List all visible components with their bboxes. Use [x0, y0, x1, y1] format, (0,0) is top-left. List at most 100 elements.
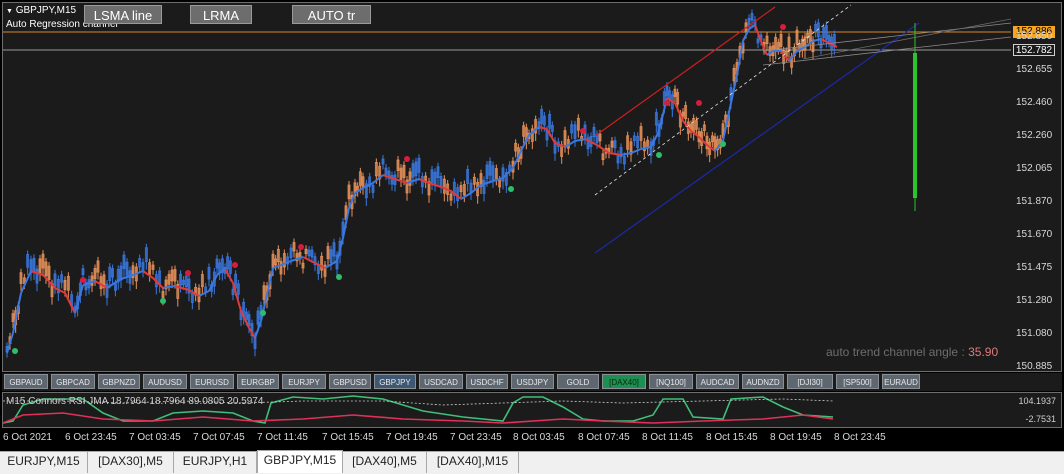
signal-dot-red [185, 270, 191, 276]
time-axis-label: 6 Oct 2021 [3, 432, 52, 443]
chart-tab[interactable]: [DAX40],M5 [343, 452, 427, 473]
signal-dot-red [780, 24, 786, 30]
moving-average-segment [362, 182, 374, 189]
price-level-label: 152.065 [1016, 163, 1053, 174]
moving-average-segment [608, 152, 622, 156]
time-axis-label: 7 Oct 11:45 [257, 432, 308, 443]
symbol-button-audcad[interactable]: AUDCAD [696, 374, 739, 389]
signal-dot-red [580, 128, 586, 134]
chart-tab[interactable]: EURJPY,H1 [174, 452, 257, 473]
symbol-button-nq100[interactable]: [NQ100] [649, 374, 693, 389]
moving-average-segment [492, 177, 504, 182]
time-axis-label: 8 Oct 11:45 [642, 432, 693, 443]
signal-dot-red [232, 262, 238, 268]
signal-dot-red [696, 100, 702, 106]
moving-average-segment [450, 190, 462, 200]
signal-dot-red [80, 277, 86, 283]
lrma-button[interactable]: LRMA [190, 5, 252, 24]
signal-dot-red [404, 156, 410, 162]
price-level-label: 150.885 [1016, 361, 1053, 372]
indicator-title: M15 Connors RSI JMA 18.7964 18.7964 89.0… [6, 396, 264, 407]
indicator-value-bottom: -2.7531 [1025, 414, 1056, 424]
symbol-button-gbpnzd[interactable]: GBPNZD [98, 374, 140, 389]
symbol-button-gold[interactable]: GOLD [557, 374, 599, 389]
signal-dot-green [656, 152, 662, 158]
symbol-button-sp500[interactable]: [SP500] [836, 374, 879, 389]
chart-symbol-title[interactable]: ▼ GBPJPY,M15 [6, 5, 76, 16]
main-chart[interactable] [2, 2, 1062, 372]
angle-value: 35.90 [968, 345, 999, 359]
angle-label: auto trend channel angle : [826, 345, 965, 359]
signal-dot-red [298, 244, 304, 250]
moving-average-segment [142, 270, 154, 279]
lsma-line-button[interactable]: LSMA line [84, 5, 162, 24]
auto-trend-button[interactable]: AUTO tr [292, 5, 371, 24]
time-axis-label: 8 Oct 03:45 [513, 432, 565, 443]
moving-average-segment [132, 270, 144, 276]
moving-average-segment [64, 292, 76, 314]
price-level-label: 152.260 [1016, 130, 1053, 141]
symbol-button-gbpcad[interactable]: GBPCAD [51, 374, 95, 389]
moving-average-segment [620, 152, 632, 156]
indicator-value-top: 104.1937 [1018, 396, 1056, 406]
moving-average-segment [418, 178, 430, 184]
time-axis-label: 8 Oct 23:45 [834, 432, 886, 443]
signal-dot-green [160, 298, 166, 304]
symbol-button-usdcad[interactable]: USDCAD [419, 374, 463, 389]
moving-average-segment [314, 262, 326, 269]
symbol-button-gbpjpy[interactable]: GBPJPY [374, 374, 416, 389]
moving-average-segment [722, 102, 732, 142]
symbol-button-audusd[interactable]: AUDUSD [143, 374, 187, 389]
chart-menu-arrow-icon[interactable]: ▼ [6, 8, 13, 15]
time-axis-label: 7 Oct 07:45 [193, 432, 245, 443]
symbol-button-euraud[interactable]: EURAUD [882, 374, 920, 389]
channel-lower-line [594, 22, 920, 254]
moving-average-segment [280, 260, 292, 266]
moving-average-segment [54, 287, 66, 294]
price-level-label: 152.460 [1016, 97, 1053, 108]
trend-line-1 [762, 22, 1012, 52]
moving-average-segment [152, 277, 164, 289]
price-level-label: 151.670 [1016, 229, 1053, 240]
time-axis-label: 8 Oct 15:45 [706, 432, 758, 443]
symbol-button-gbpaud[interactable]: GBPAUD [4, 374, 48, 389]
moving-average-segment [460, 192, 472, 200]
price-level-label: 151.475 [1016, 262, 1053, 273]
symbol-button-gbpusd[interactable]: GBPUSD [329, 374, 371, 389]
chart-tab[interactable]: GBPJPY,M15 [257, 450, 343, 473]
symbol-button-eurgbp[interactable]: EURGBP [237, 374, 279, 389]
price-level-label: 152.850 [1016, 31, 1053, 42]
price-level-label: 151.080 [1016, 328, 1053, 339]
chart-tab[interactable]: [DAX40],M15 [427, 452, 519, 473]
symbol-button-eurusd[interactable]: EURUSD [190, 374, 234, 389]
time-axis-label: 7 Oct 03:45 [129, 432, 181, 443]
channel-angle-readout: auto trend channel angle : 35.90 [826, 345, 998, 359]
price-level-label: 152.655 [1016, 64, 1053, 75]
moving-average-segment [630, 148, 642, 154]
moving-average-segment [640, 146, 652, 150]
symbol-button-dax40[interactable]: [DAX40] [602, 374, 646, 389]
price-level-label: 151.870 [1016, 196, 1053, 207]
moving-average-segment [198, 290, 210, 297]
symbol-button-usdjpy[interactable]: USDJPY [511, 374, 554, 389]
symbol-button-dji30[interactable]: [DJI30] [787, 374, 833, 389]
moving-average-segment [12, 292, 22, 334]
symbol-button-eurjpy[interactable]: EURJPY [282, 374, 326, 389]
moving-average-segment [372, 174, 384, 184]
chart-tab[interactable]: [DAX30],M5 [88, 452, 174, 473]
chart-tab-bar: EURJPY,M15 [DAX30],M5 EURJPY,H1 GBPJPY,M15[… [0, 450, 1064, 474]
time-axis-label: 7 Oct 23:45 [450, 432, 502, 443]
moving-average-segment [564, 140, 576, 148]
time-axis-label: 8 Oct 19:45 [770, 432, 822, 443]
time-axis-label: 7 Oct 15:45 [322, 432, 374, 443]
moving-average-segment [188, 289, 200, 297]
moving-average-segment [20, 270, 32, 294]
signal-dot-green [12, 348, 18, 354]
symbol-button-usdchf[interactable]: USDCHF [466, 374, 508, 389]
signal-dot-green [720, 141, 726, 147]
chart-tab[interactable]: EURJPY,M15 [0, 452, 88, 473]
price-chart-svg [3, 4, 1012, 358]
symbol-button-audnzd[interactable]: AUDNZD [742, 374, 784, 389]
signal-dot-green [336, 274, 342, 280]
price-marker-badge: 152.782 [1013, 44, 1055, 56]
